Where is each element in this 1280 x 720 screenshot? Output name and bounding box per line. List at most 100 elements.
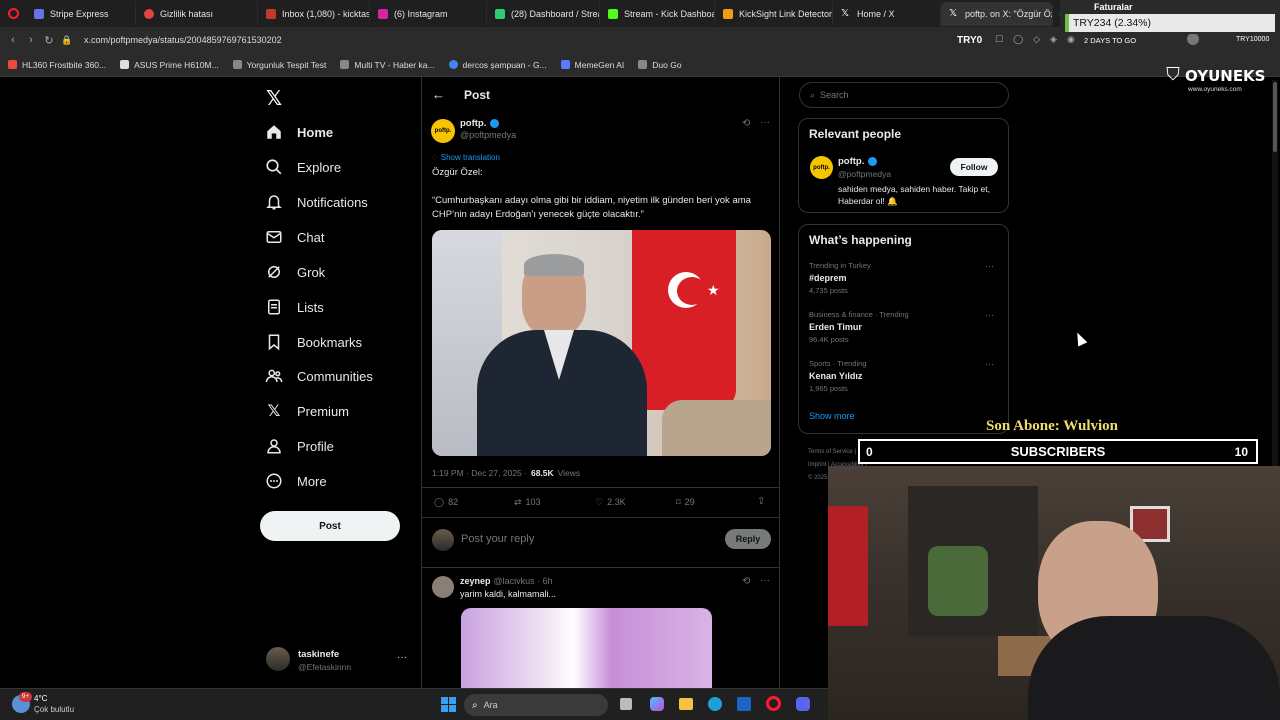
bookmark-item[interactable]: Duo Go — [638, 60, 682, 70]
show-translation-link[interactable]: ◌ Show translation — [432, 153, 500, 162]
person-icon — [267, 439, 281, 454]
trend-more-icon[interactable]: ··· — [985, 261, 994, 271]
ticker-box: TRY234 (2.34%) — [1065, 14, 1275, 32]
reply-more-icon[interactable]: ··· — [760, 575, 770, 586]
ticker-title: Faturalar — [1094, 2, 1133, 12]
store-icon[interactable] — [737, 697, 751, 711]
reload-icon[interactable]: ↻ — [40, 34, 58, 47]
bookmark-action[interactable]: ⌑ 29 — [676, 497, 695, 508]
memegen-icon — [560, 60, 570, 69]
bookmark-label: Yorgunluk Tespit Test — [246, 59, 327, 70]
warning-icon — [144, 8, 154, 19]
reply-author-avatar[interactable] — [432, 576, 454, 598]
discord-icon[interactable] — [796, 697, 810, 711]
tab-home-x[interactable]: 𝕏 Home / X — [833, 1, 941, 26]
bookmark-item[interactable]: MemeGen AI — [560, 60, 624, 70]
show-more-link[interactable]: Show more — [809, 411, 855, 421]
follow-button[interactable]: Follow — [950, 158, 998, 176]
extension-icons[interactable]: ☐◯◇◈◉ — [995, 34, 1085, 45]
copilot-icon[interactable] — [650, 697, 664, 711]
nav-bookmarks[interactable]: Bookmarks — [265, 327, 362, 357]
opera-logo-icon[interactable] — [0, 2, 26, 26]
person-avatar[interactable]: poftp. — [810, 156, 833, 179]
search-box[interactable]: ⌕ Search — [799, 82, 1009, 108]
nav-lists[interactable]: Lists — [265, 292, 324, 322]
taskbar-search[interactable]: ⌕ Ara — [464, 694, 608, 716]
account-avatar[interactable] — [266, 647, 290, 671]
bookmark-item[interactable]: Yorgunluk Tespit Test — [232, 59, 327, 70]
last-subscriber-text: Son Abone: Wulvion — [986, 418, 1119, 434]
grok-action-icon[interactable]: ⟲ — [742, 576, 750, 587]
task-view-icon[interactable] — [620, 698, 632, 710]
nav-grok[interactable]: Grok — [265, 257, 325, 287]
reply-button[interactable]: Reply — [725, 529, 771, 549]
file-explorer-icon[interactable] — [679, 698, 693, 710]
tab-kick-dashboard[interactable]: Stream - Kick Dashboard — [600, 1, 715, 26]
bookmark-item[interactable]: Multi TV - Haber ka... — [340, 60, 435, 70]
nav-explore[interactable]: Explore — [265, 152, 341, 182]
profile-avatar-icon[interactable] — [1187, 33, 1199, 45]
tab-gmail[interactable]: Inbox (1,080) - kicktaskine — [258, 1, 370, 26]
author-avatar[interactable]: poftp. — [431, 119, 455, 143]
tab-kicksight[interactable]: KickSight Link Detector — [715, 1, 833, 26]
forward-icon[interactable]: › — [22, 34, 40, 46]
tab-current-post[interactable]: 𝕏poftp. on X: "Özgür Özel — [941, 1, 1053, 26]
nav-premium[interactable]: 𝕏 Premium — [265, 396, 349, 426]
trend-count: 96.4K posts — [809, 335, 849, 344]
grok-action-icon[interactable]: ⟲ — [742, 118, 750, 129]
x-logo-icon[interactable]: 𝕏 — [266, 86, 282, 111]
x-logo-icon: 𝕏 — [267, 403, 281, 420]
back-icon[interactable]: ‹ — [4, 34, 22, 46]
nav-chat[interactable]: Chat — [265, 222, 324, 252]
bookmark-item[interactable]: dercos şampuan - G... — [448, 60, 547, 70]
share-icon[interactable]: ⇪ — [757, 496, 765, 507]
windows-start-icon[interactable] — [441, 697, 456, 712]
nav-more[interactable]: More — [265, 466, 327, 496]
post-image[interactable]: ★ — [432, 230, 771, 456]
trend-item[interactable]: Trending in Turkey #deprem 4,735 posts ·… — [809, 261, 1004, 295]
trend-context: Sports · Trending — [809, 359, 867, 368]
person-name-row[interactable]: poftp. — [838, 156, 878, 167]
turkish-flag-image: ★ — [632, 230, 736, 410]
reply-action[interactable]: ◯ 82 — [434, 497, 458, 508]
author-name-row[interactable]: poftp. — [460, 118, 500, 129]
back-arrow-icon[interactable]: ← — [432, 87, 445, 102]
tab-privacy-error[interactable]: Gizlilik hatası — [136, 1, 258, 26]
bookmark-icon — [8, 60, 17, 69]
trend-item[interactable]: Business & finance · Trending Erden Timu… — [809, 310, 1004, 344]
nav-communities[interactable]: Communities — [265, 361, 373, 391]
nav-profile[interactable]: Profile — [265, 431, 334, 461]
bookmark-item[interactable]: HL360 Frostbite 360... — [8, 60, 106, 70]
post-more-icon[interactable]: ··· — [760, 117, 770, 128]
views-count: 68.5K — [530, 468, 554, 478]
tab-instagram[interactable]: (6) Instagram — [370, 1, 487, 26]
repost-action[interactable]: ⇄ 103 — [514, 497, 541, 508]
tab-label: Stream - Kick Dashboard — [624, 8, 715, 19]
like-action[interactable]: ♡ 2.3K — [595, 497, 626, 508]
asus-icon — [120, 60, 130, 69]
subs-label: SUBSCRIBERS — [1010, 444, 1106, 459]
trend-item[interactable]: Sports · Trending Kenan Yıldız 1,965 pos… — [809, 359, 1004, 393]
bookmark-item[interactable]: ASUS Prime H610M... — [120, 60, 219, 70]
subs-goal: 10 — [1234, 444, 1248, 459]
edge-icon[interactable] — [708, 697, 722, 711]
reply-image[interactable] — [461, 608, 712, 688]
reply-author-row[interactable]: zeynep @lacivkus · 6h — [460, 576, 553, 586]
bell-icon — [266, 195, 282, 210]
tab-stripe[interactable]: Stripe Express — [26, 1, 136, 26]
nav-notifications[interactable]: Notifications — [265, 187, 368, 217]
account-more-icon[interactable]: ··· — [397, 652, 407, 663]
scrollbar-thumb[interactable] — [1273, 82, 1277, 152]
url-field[interactable]: x.com/poftpmedya/status/2004859769761530… — [84, 35, 282, 45]
nav-label: Chat — [297, 229, 325, 245]
nav-home[interactable]: Home — [265, 117, 333, 147]
trend-more-icon[interactable]: ··· — [985, 359, 994, 369]
tab-streamlabs[interactable]: (28) Dashboard / Streamla — [487, 1, 600, 26]
reply-input[interactable]: Post your reply — [461, 533, 534, 545]
opera-icon[interactable] — [766, 696, 781, 711]
search-icon — [266, 159, 282, 175]
trend-more-icon[interactable]: ··· — [985, 310, 994, 320]
post-button[interactable]: Post — [260, 511, 400, 541]
tab-label: KickSight Link Detector — [739, 8, 833, 19]
x-logo-icon: 𝕏 — [949, 7, 958, 19]
